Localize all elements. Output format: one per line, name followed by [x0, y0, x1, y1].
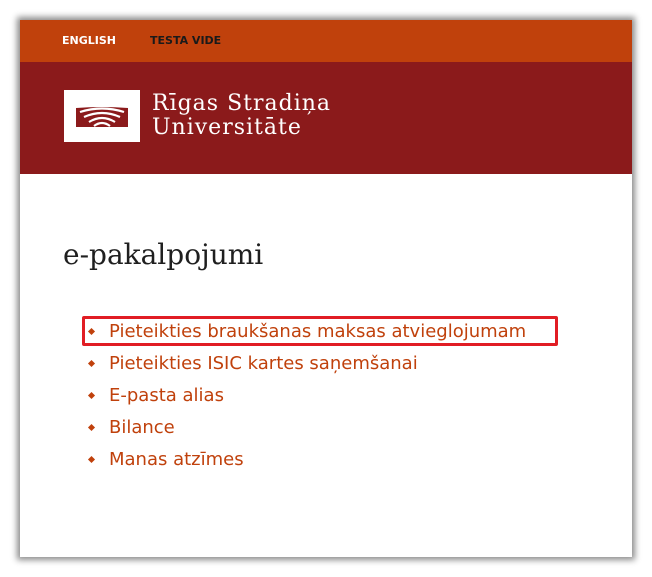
test-environment-label: TESTA VIDE	[150, 34, 222, 47]
service-item: Pieteikties braukšanas maksas atviegloju…	[84, 316, 526, 348]
service-link-isic-card[interactable]: Pieteikties ISIC kartes saņemšanai	[109, 353, 418, 374]
university-name-line2: Universitāte	[152, 115, 302, 140]
english-language-link[interactable]: ENGLISH	[62, 34, 116, 47]
service-link-email-alias[interactable]: E-pasta alias	[109, 385, 224, 406]
service-link-balance[interactable]: Bilance	[109, 417, 175, 438]
service-link-my-grades[interactable]: Manas atzīmes	[109, 449, 244, 470]
service-item: Bilance	[84, 412, 526, 444]
service-link-travel-discount[interactable]: Pieteikties braukšanas maksas atviegloju…	[109, 321, 526, 342]
bullet-icon	[87, 327, 96, 336]
service-item: E-pasta alias	[84, 380, 526, 412]
rsu-emblem-icon[interactable]	[64, 90, 140, 142]
bullet-icon	[87, 391, 96, 400]
service-item: Pieteikties ISIC kartes saņemšanai	[84, 348, 526, 380]
bullet-icon	[87, 423, 96, 432]
top-bar: ENGLISH TESTA VIDE	[20, 20, 632, 62]
university-name: Rīgas Stradiņa Universitāte	[152, 92, 331, 140]
services-list: Pieteikties braukšanas maksas atviegloju…	[84, 316, 526, 476]
browser-page: ENGLISH TESTA VIDE Rīgas Stradiņa Univer…	[20, 20, 632, 557]
bullet-icon	[87, 359, 96, 368]
university-name-line1: Rīgas Stradiņa	[152, 91, 332, 116]
bullet-icon	[87, 455, 96, 464]
page-title: e-pakalpojumi	[63, 238, 264, 271]
site-header: Rīgas Stradiņa Universitāte	[20, 62, 632, 174]
service-item: Manas atzīmes	[84, 444, 526, 476]
